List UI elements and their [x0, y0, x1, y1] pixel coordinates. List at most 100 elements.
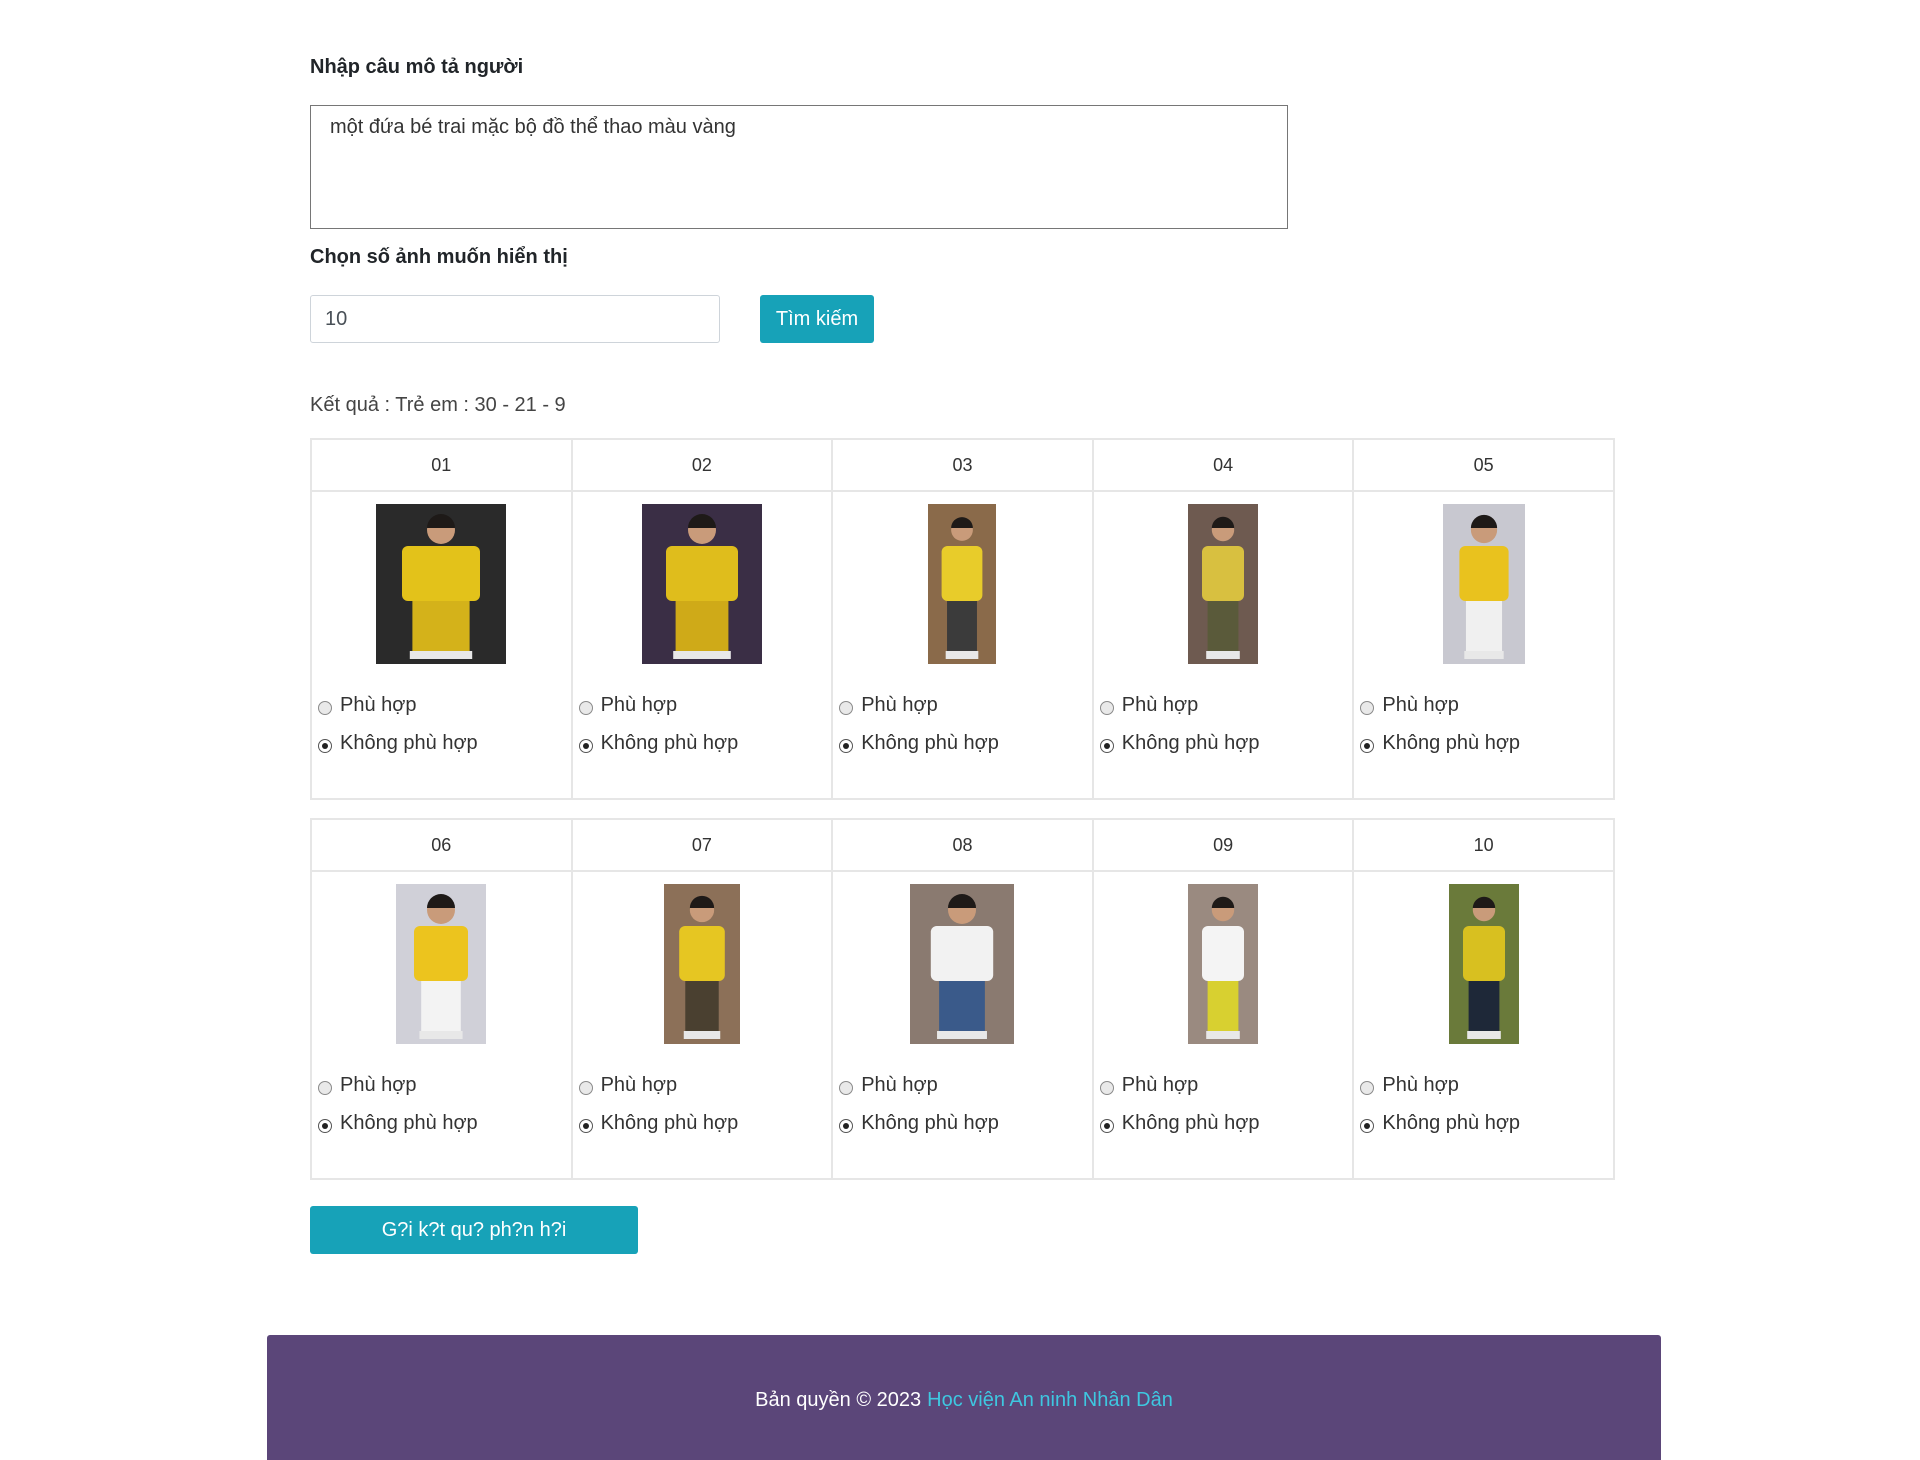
radio-no-match[interactable] — [1360, 739, 1375, 753]
radio-no-match[interactable] — [318, 1119, 332, 1133]
person-shirt — [1459, 546, 1509, 601]
option-label: Không phù hợp — [340, 1111, 478, 1134]
page: Nhập câu mô tả người một đứa bé trai mặc… — [0, 0, 1920, 1460]
person-shoes — [937, 1031, 988, 1039]
person-image[interactable] — [376, 504, 507, 664]
person-shoes — [1466, 1031, 1501, 1039]
person-pants — [1465, 601, 1502, 651]
radio-match[interactable] — [1099, 701, 1114, 715]
person-image[interactable] — [396, 884, 487, 1044]
image-count-input[interactable] — [310, 295, 720, 343]
person-shirt — [402, 546, 481, 601]
option-match-04[interactable]: Phù hợp — [1099, 690, 1353, 720]
option-no-match-05[interactable]: Không phù hợp — [1360, 728, 1613, 758]
radio-match[interactable] — [1360, 1081, 1375, 1095]
radio-no-match[interactable] — [1360, 1119, 1375, 1133]
person-image[interactable] — [928, 504, 997, 664]
radio-no-match[interactable] — [578, 739, 593, 753]
radio-match[interactable] — [839, 1081, 854, 1095]
result-cell-09: Phù hợp Không phù hợp — [1091, 870, 1355, 1180]
result-header-02: 02 — [570, 438, 834, 492]
option-label: Không phù hợp — [861, 1111, 999, 1134]
radio-match[interactable] — [1099, 1081, 1114, 1095]
result-cell-07: Phù hợp Không phù hợp — [570, 870, 834, 1180]
person-pants — [412, 601, 470, 651]
option-label: Phù hợp — [600, 1073, 678, 1096]
radio-match[interactable] — [318, 1081, 332, 1095]
result-image-wrapper — [833, 504, 1092, 664]
submit-feedback-button[interactable]: G?i k?t qu? ph?n h?i — [310, 1206, 638, 1254]
person-pants — [947, 601, 978, 651]
footer-link[interactable]: Học viện An ninh Nhân Dân — [927, 1389, 1173, 1412]
search-button[interactable]: Tìm kiếm — [760, 295, 874, 343]
option-match-01[interactable]: Phù hợp — [318, 690, 571, 720]
option-no-match-09[interactable]: Không phù hợp — [1099, 1108, 1353, 1138]
option-label: Phù hợp — [1382, 693, 1459, 716]
description-label: Nhập câu mô tả người — [310, 56, 524, 78]
person-image[interactable] — [641, 504, 762, 664]
person-shoes — [683, 1031, 721, 1039]
option-no-match-07[interactable]: Không phù hợp — [578, 1108, 832, 1138]
radio-no-match[interactable] — [318, 739, 332, 753]
radio-match[interactable] — [578, 701, 593, 715]
radio-match[interactable] — [1360, 701, 1375, 715]
footer: Bản quyền © 2023 Học viện An ninh Nhân D… — [267, 1335, 1661, 1460]
radio-no-match[interactable] — [578, 1119, 593, 1133]
option-no-match-08[interactable]: Không phù hợp — [839, 1108, 1092, 1138]
person-pants — [939, 981, 986, 1031]
result-image-wrapper — [1354, 884, 1613, 1044]
person-pants — [1207, 601, 1239, 651]
result-cell-10: Phù hợp Không phù hợp — [1352, 870, 1615, 1180]
person-shoes — [946, 651, 979, 659]
radio-match[interactable] — [839, 701, 854, 715]
option-match-08[interactable]: Phù hợp — [839, 1070, 1092, 1100]
radio-no-match[interactable] — [839, 739, 854, 753]
radio-match[interactable] — [578, 1081, 593, 1095]
option-match-06[interactable]: Phù hợp — [318, 1070, 571, 1100]
radio-no-match[interactable] — [1099, 739, 1114, 753]
person-image[interactable] — [1188, 884, 1259, 1044]
option-match-05[interactable]: Phù hợp — [1360, 690, 1613, 720]
person-image[interactable] — [1448, 884, 1519, 1044]
option-no-match-10[interactable]: Không phù hợp — [1360, 1108, 1613, 1138]
radio-no-match[interactable] — [839, 1119, 854, 1133]
person-shoes — [419, 1031, 463, 1039]
person-shirt — [1202, 926, 1245, 981]
person-pants — [1207, 981, 1239, 1031]
option-match-02[interactable]: Phù hợp — [578, 690, 832, 720]
option-match-03[interactable]: Phù hợp — [839, 690, 1092, 720]
results-grid-row-2: 06 07 08 09 10 Phù hợp Không phù hợp Phù hợp Kh… — [310, 818, 1615, 1180]
result-cell-04: Phù hợp Không phù hợp — [1091, 490, 1355, 800]
description-input[interactable]: một đứa bé trai mặc bộ đồ thể thao màu v… — [310, 105, 1288, 229]
option-match-10[interactable]: Phù hợp — [1360, 1070, 1613, 1100]
option-no-match-03[interactable]: Không phù hợp — [839, 728, 1092, 758]
option-match-09[interactable]: Phù hợp — [1099, 1070, 1353, 1100]
person-shoes — [1206, 1031, 1240, 1039]
radio-no-match[interactable] — [1099, 1119, 1114, 1133]
option-match-07[interactable]: Phù hợp — [578, 1070, 832, 1100]
person-image[interactable] — [1188, 504, 1259, 664]
option-label: Phù hợp — [600, 693, 678, 716]
footer-copyright: Bản quyền © 2023 — [755, 1388, 922, 1411]
option-label: Phù hợp — [861, 693, 938, 716]
person-shirt — [942, 546, 983, 601]
person-shoes — [410, 651, 473, 659]
radio-match[interactable] — [318, 701, 332, 715]
result-cell-06: Phù hợp Không phù hợp — [310, 870, 573, 1180]
result-image-wrapper — [573, 504, 832, 664]
result-header-05: 05 — [1352, 438, 1615, 492]
option-no-match-06[interactable]: Không phù hợp — [318, 1108, 571, 1138]
person-shirt — [665, 546, 738, 601]
result-image-wrapper — [1094, 504, 1353, 664]
person-pants — [685, 981, 719, 1031]
result-header-10: 10 — [1352, 818, 1615, 872]
result-image-wrapper — [1094, 884, 1353, 1044]
option-no-match-01[interactable]: Không phù hợp — [318, 728, 571, 758]
person-image[interactable] — [663, 884, 740, 1044]
person-image[interactable] — [1442, 504, 1525, 664]
result-header-09: 09 — [1091, 818, 1355, 872]
person-image[interactable] — [910, 884, 1015, 1044]
result-header-06: 06 — [310, 818, 573, 872]
option-no-match-02[interactable]: Không phù hợp — [578, 728, 832, 758]
option-no-match-04[interactable]: Không phù hợp — [1099, 728, 1353, 758]
